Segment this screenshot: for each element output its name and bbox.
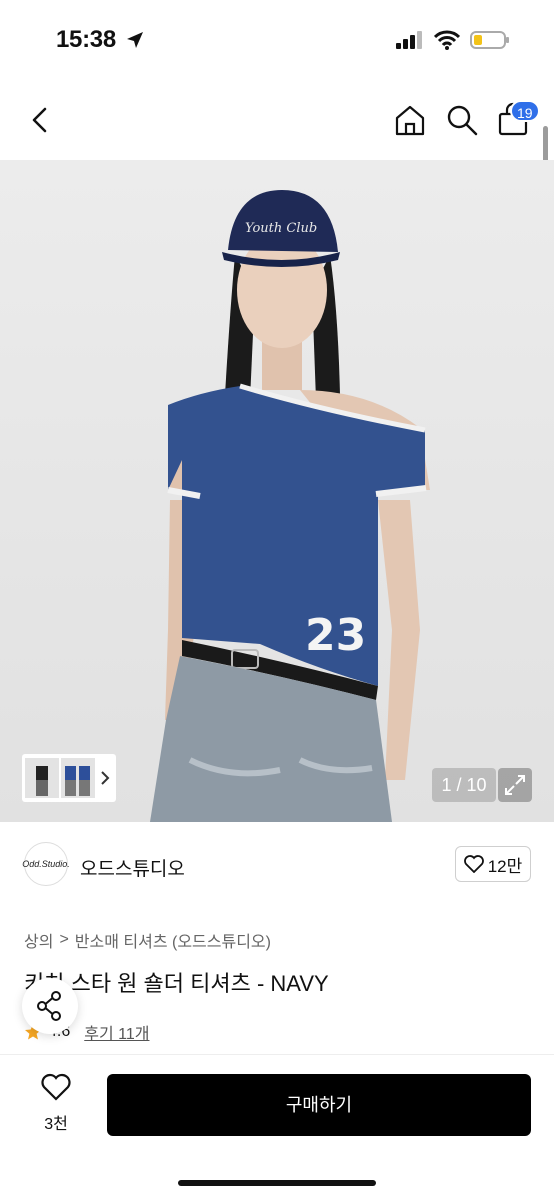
breadcrumb-level1[interactable]: 상의: [24, 928, 53, 952]
chevron-right-icon[interactable]: [97, 768, 113, 788]
heart-icon: [41, 1073, 71, 1101]
search-icon[interactable]: [442, 100, 482, 140]
wishlist-count: 3천: [44, 1116, 68, 1133]
heart-icon: [463, 855, 484, 873]
signal-icon: [396, 31, 422, 49]
brand-logo-text: Odd.Studio.: [22, 859, 70, 869]
wifi-icon: [434, 30, 460, 50]
back-icon[interactable]: [22, 102, 58, 138]
brand-name[interactable]: 오드스튜디오: [80, 854, 185, 881]
shirt-number-text: 23: [305, 610, 366, 661]
home-indicator: [178, 1180, 376, 1186]
review-link[interactable]: 후기 11개: [84, 1020, 149, 1044]
image-counter: 1 / 10: [432, 768, 496, 802]
cap-logo-text: Youth Club: [245, 221, 317, 236]
product-main-image[interactable]: Youth Club 23: [0, 160, 554, 822]
buy-button[interactable]: 구매하기: [107, 1074, 531, 1136]
location-arrow-icon: [127, 32, 143, 48]
thumbnail-strip[interactable]: [22, 754, 116, 802]
home-icon[interactable]: [390, 100, 430, 140]
brand-like-count: 12만: [487, 856, 523, 876]
battery-icon: [470, 31, 509, 49]
thumbnail-1[interactable]: [25, 758, 59, 798]
expand-icon[interactable]: [498, 768, 532, 802]
status-bar: 15:38: [0, 0, 554, 80]
brand-row[interactable]: Odd.Studio. 오드스튜디오 12만: [0, 838, 554, 892]
breadcrumb-separator: >: [59, 931, 69, 948]
thumbnail-2[interactable]: [61, 758, 95, 798]
wishlist-button[interactable]: 3천: [26, 1073, 86, 1137]
app-header: [0, 84, 554, 156]
brand-like-button[interactable]: 12만: [455, 846, 531, 882]
cart-count-badge: 19: [510, 100, 540, 122]
breadcrumb: 상의 > 반소매 티셔츠 (오드스튜디오): [24, 928, 271, 952]
bottom-action-bar: 3천 구매하기: [0, 1054, 554, 1200]
brand-logo[interactable]: Odd.Studio.: [22, 842, 70, 886]
status-icons: [396, 30, 510, 50]
model-illustration: Youth Club 23: [150, 190, 430, 822]
breadcrumb-level2[interactable]: 반소매 티셔츠 (오드스튜디오): [75, 928, 271, 952]
status-time: 15:38: [56, 26, 116, 53]
share-icon: [37, 991, 61, 1021]
share-button[interactable]: [22, 978, 78, 1034]
